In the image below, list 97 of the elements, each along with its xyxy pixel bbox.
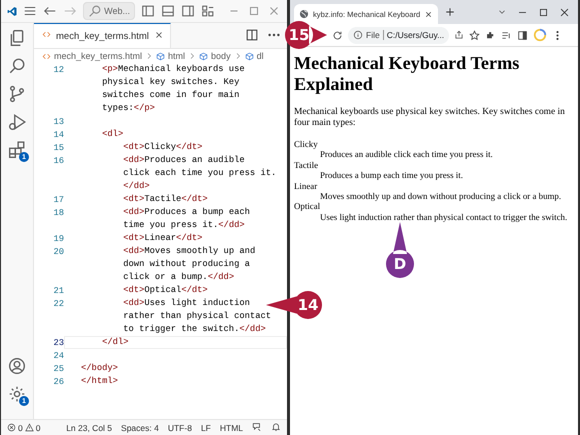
info-icon [353,30,363,40]
chevron-icon [145,52,154,60]
star-icon[interactable] [469,30,480,40]
extensions-icon[interactable] [485,30,496,40]
feedback-icon[interactable] [252,422,262,434]
breadcrumb-item[interactable]: body [211,51,231,61]
code-line: <dd>Uses light induction [122,298,250,309]
code-line: time you press it.</dd> [122,220,245,231]
code-line: physical key switches. Key [101,77,240,88]
code-line: rather than physical contact [122,311,272,322]
code-line: switches come in four main [101,90,240,101]
split-editor-icon[interactable] [245,28,259,44]
editor-tab[interactable]: mech_key_terms.html [34,23,171,48]
code-line: </html> [81,376,118,387]
code-line: <dt>Tactile</dt> [122,194,208,205]
term: Clicky [294,139,319,150]
command-center[interactable]: Web... [83,2,135,20]
line-number: 21 [52,286,64,296]
code-line: click or a bump.</dd> [122,272,234,283]
html-file-icon [42,52,51,60]
line-number: 14 [52,130,64,140]
status-item[interactable]: Ln 23, Col 5 [66,422,112,432]
line-number: 13 [52,116,64,126]
split-layout-icon[interactable] [181,4,195,18]
element-icon [199,52,208,60]
code-line: types:</p> [101,103,155,114]
term-definition: Moves smoothly up and down without producing a click or a bump. [320,191,562,202]
status-item[interactable]: UTF-8 [168,422,192,432]
code-line: <dd>Produces a bump each [122,207,250,218]
code-line: <dd>Produces an audible [122,155,245,166]
close-icon[interactable] [559,6,570,18]
code-line: </dl> [101,337,129,348]
code-line: <dt>Linear</dt> [122,233,202,244]
run-icon[interactable] [8,113,26,131]
callout-badge: 15 [285,21,327,49]
share-icon[interactable] [454,30,464,40]
code-line: <dt>Clicky</dt> [122,142,202,153]
reload-icon[interactable] [332,30,343,40]
code-line: to trigger the switch.</dd> [122,324,266,335]
code-line: </body> [81,363,118,374]
line-number: 24 [52,350,64,360]
term-definition: Uses light induction rather than physical contact to trigger the switch. [320,212,568,222]
line-number: 23 [52,338,64,348]
customize-layout-icon[interactable] [201,4,215,18]
code-line: <dl> [101,129,124,140]
status-item[interactable]: Spaces: 4 [121,422,159,432]
menu-icon[interactable] [23,4,38,18]
code-line: down without producing a [122,259,250,270]
element-icon [244,52,254,60]
status-item[interactable]: HTML [220,422,243,432]
callout-badge: D [386,222,414,278]
code-line: <p>Mechanical keyboards use [101,64,245,75]
breadcrumb-item[interactable]: mech_key_terms.html [54,51,142,61]
status-item[interactable]: LF [200,422,211,432]
chevron-icon [188,52,196,60]
side-panel-icon[interactable] [517,30,528,40]
line-number: 19 [52,234,64,244]
search-icon[interactable] [8,57,26,75]
media-icon[interactable] [501,30,512,40]
address-bar[interactable]: File C:/Users/Guy... [348,26,450,44]
term: Tactile [294,160,320,170]
term-definition: Produces a bump each time you press it. [320,170,464,181]
accounts-icon[interactable] [8,357,26,375]
globe-icon [299,9,309,19]
source-control-icon[interactable] [8,85,26,103]
code-line: </dd> [122,181,150,192]
page-heading: Mechanical Keyboard Terms Explained [294,53,520,95]
new-tab-icon[interactable] [444,6,456,18]
line-number: 25 [52,364,64,374]
element-icon [156,52,166,60]
code-line: <dd>Moves smoothly up and [122,246,256,257]
line-number: 15 [52,142,64,152]
profile-avatar[interactable] [533,28,548,42]
code-line: <dt>Optical</dt> [122,285,208,296]
line-number: 12 [52,64,64,74]
explorer-icon[interactable] [8,29,26,47]
line-number: 17 [52,194,64,204]
line-number: 16 [52,156,64,166]
app-logo-icon [7,4,18,18]
line-number: 18 [52,208,64,218]
close-icon[interactable] [424,10,434,18]
problems-indicator[interactable]: 0 0 [7,422,40,432]
breadcrumb-item[interactable]: html [168,51,186,61]
panel-layout-icon[interactable] [161,4,175,18]
breadcrumb-item[interactable]: dl [256,51,264,61]
search-icon [88,4,102,18]
sidebar-layout-icon[interactable] [141,4,155,18]
term: Optical [294,201,322,212]
term-definition: Produces an audible click each time you press it. [320,149,494,160]
maximize-icon[interactable] [538,6,549,18]
bell-icon[interactable] [271,422,281,434]
code-line: click each time you press it. [122,168,276,179]
term: Linear [294,180,318,192]
line-number: 20 [52,246,64,256]
intro-paragraph: Mechanical keyboards use physical key switches. Key switches come in four main types: [294,107,566,129]
line-number: 26 [52,376,64,386]
line-number: 22 [52,298,64,308]
